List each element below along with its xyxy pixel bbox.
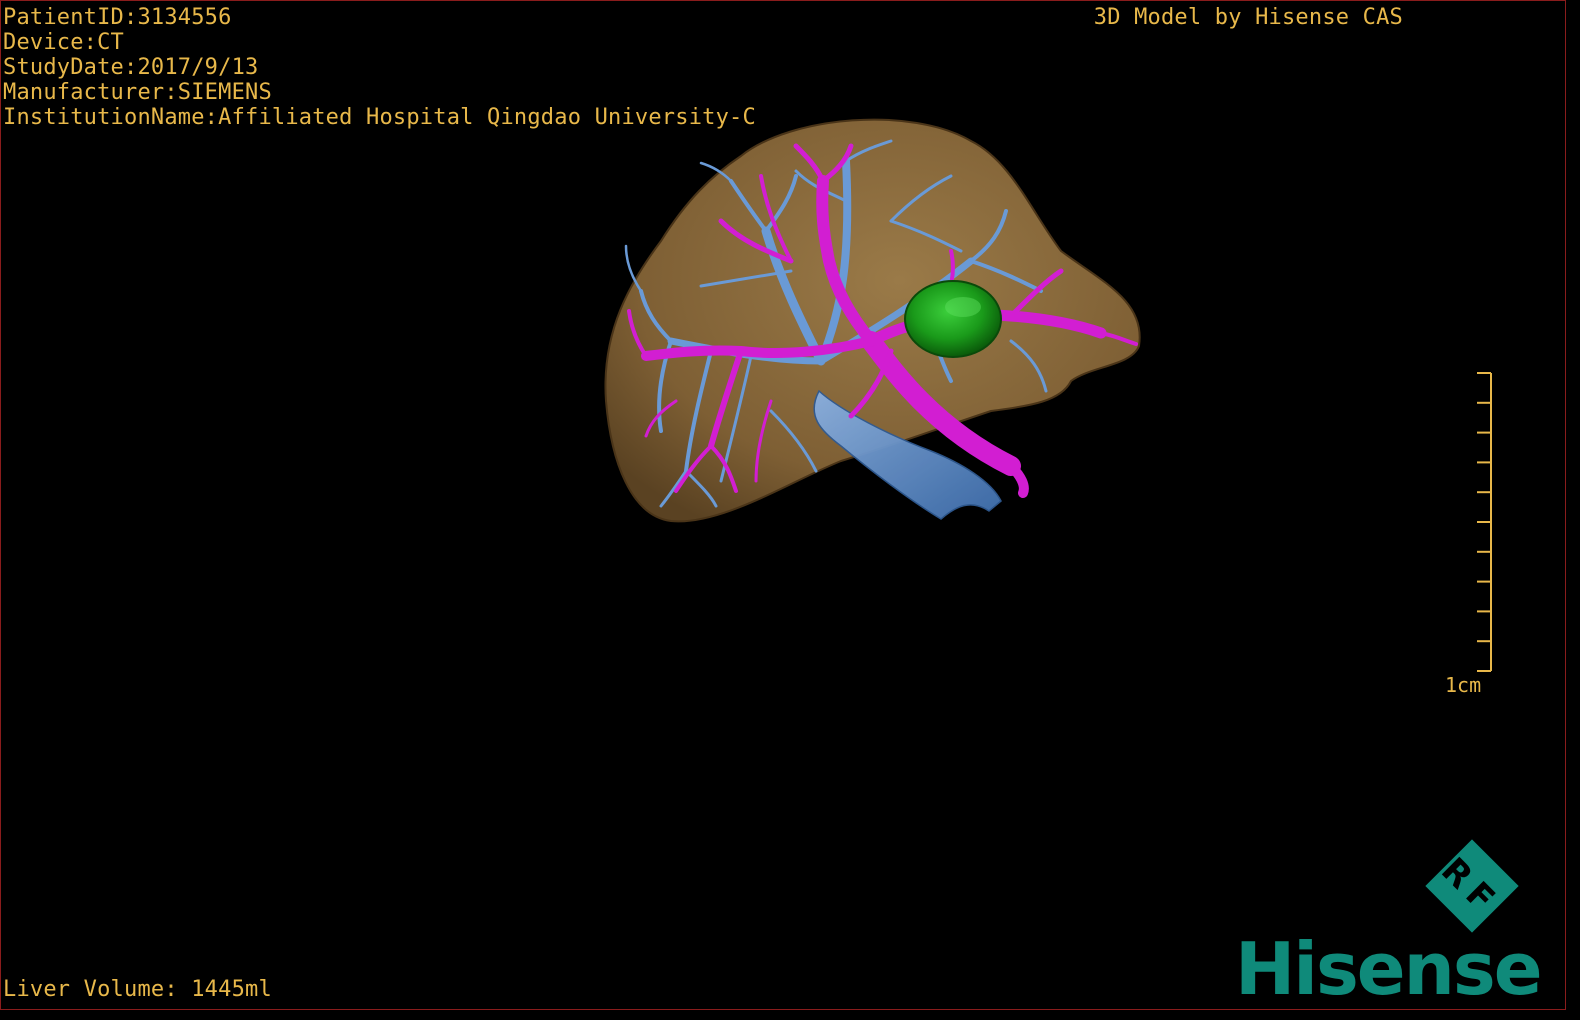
tumor[interactable] — [904, 280, 1002, 358]
patient-id-text: PatientID:3134556 — [3, 5, 232, 30]
3d-viewport[interactable]: PatientID:3134556 Device:CT StudyDate:20… — [0, 0, 1566, 1010]
scale-label: 1cm — [1445, 673, 1482, 697]
rf-badge-text: RF — [1433, 850, 1508, 925]
model-caption: 3D Model by Hisense CAS — [1093, 5, 1403, 30]
liver-volume-readout: Liver Volume: 1445ml — [3, 977, 272, 1002]
liver-3d-model[interactable] — [591, 101, 1151, 541]
scale-bar — [1477, 372, 1492, 672]
scale-ticks — [1477, 372, 1492, 672]
hisense-logo: Hisense — [1235, 927, 1543, 1010]
device-text: Device:CT — [3, 30, 125, 55]
study-date-text: StudyDate:2017/9/13 — [3, 55, 259, 80]
rf-badge-icon: RF — [1425, 839, 1519, 933]
